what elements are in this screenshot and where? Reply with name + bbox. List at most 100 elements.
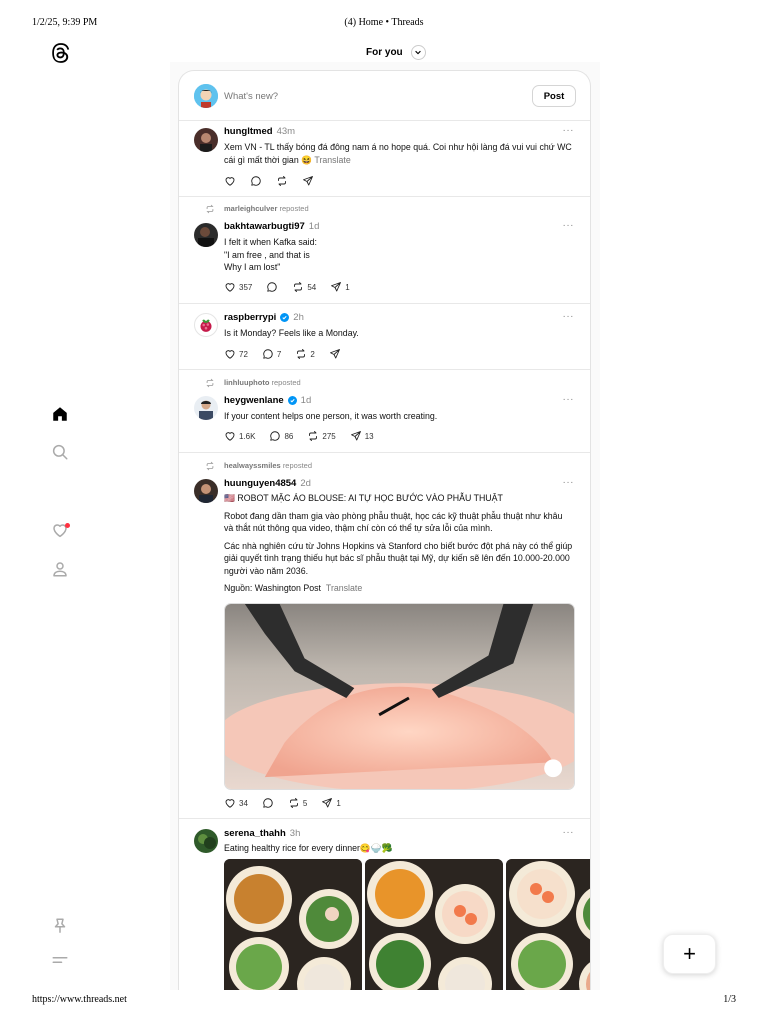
post-image-carousel[interactable] bbox=[224, 859, 590, 990]
reply-button[interactable]: 7 bbox=[262, 348, 281, 360]
repost-indicator: healwayssmiles reposted bbox=[206, 461, 312, 471]
repost-icon bbox=[297, 349, 306, 359]
like-button[interactable]: 34 bbox=[224, 797, 248, 809]
post-text: If your content helps one person, it was… bbox=[224, 410, 574, 423]
post-text-content: If your content helps one person, it was… bbox=[224, 411, 438, 421]
post-header: huunguyen4854 2d bbox=[224, 478, 311, 489]
post-text: Xem VN - TL thấy bóng đá đông nam á no h… bbox=[224, 141, 574, 166]
home-icon[interactable] bbox=[51, 405, 69, 423]
reply-button[interactable] bbox=[250, 175, 262, 187]
repost-count: 5 bbox=[302, 798, 308, 808]
repost-count: 275 bbox=[322, 431, 336, 441]
post-time: 2h bbox=[293, 312, 304, 323]
print-header: 1/2/25, 9:39 PM (4) Home • Threads bbox=[0, 17, 768, 31]
more-options-icon[interactable]: ··· bbox=[563, 827, 575, 838]
like-button[interactable] bbox=[224, 175, 236, 187]
username[interactable]: bakhtawarbugti97 bbox=[224, 221, 305, 232]
repost-count: 54 bbox=[307, 282, 317, 292]
username[interactable]: heygwenlane bbox=[224, 395, 284, 406]
repost-button[interactable] bbox=[276, 175, 288, 187]
reposted-label: reposted bbox=[271, 378, 301, 387]
post-image[interactable] bbox=[224, 859, 362, 990]
more-options-icon[interactable]: ··· bbox=[563, 125, 575, 136]
post-time: 2d bbox=[300, 478, 311, 489]
share-button[interactable]: 13 bbox=[350, 430, 374, 442]
notification-dot bbox=[65, 523, 70, 528]
avatar[interactable] bbox=[194, 829, 218, 853]
repost-button[interactable]: 2 bbox=[295, 348, 315, 360]
reply-button[interactable] bbox=[266, 281, 278, 293]
avatar[interactable] bbox=[194, 128, 218, 152]
post-text-line: Why I am lost" bbox=[224, 262, 281, 272]
feed-selector[interactable]: For you bbox=[366, 44, 426, 60]
post-paragraph: Robot đang dần tham gia vào phòng phẫu t… bbox=[224, 510, 563, 534]
feed-selector-label: For you bbox=[366, 46, 403, 58]
repost-button[interactable]: 5 bbox=[288, 797, 307, 809]
share-count: 1 bbox=[336, 798, 341, 808]
plus-icon: + bbox=[683, 941, 696, 966]
post-text: I felt it when Kafka said: "I am free , … bbox=[224, 236, 574, 274]
heart-icon bbox=[225, 432, 235, 441]
post-video[interactable] bbox=[224, 603, 575, 790]
more-options-icon[interactable]: ··· bbox=[563, 220, 575, 231]
share-button[interactable]: 1 bbox=[330, 281, 350, 293]
repost-icon bbox=[206, 204, 214, 214]
share-button[interactable]: 1 bbox=[321, 797, 341, 809]
more-options-icon[interactable]: ··· bbox=[563, 477, 575, 488]
like-button[interactable]: 357 bbox=[224, 281, 252, 293]
like-button[interactable]: 72 bbox=[224, 348, 248, 360]
reply-count: 86 bbox=[284, 431, 294, 441]
share-button[interactable] bbox=[302, 175, 314, 187]
reply-button[interactable]: 86 bbox=[269, 430, 293, 442]
more-options-icon[interactable]: ··· bbox=[563, 394, 575, 405]
comment-icon bbox=[267, 282, 278, 292]
avatar[interactable] bbox=[194, 396, 218, 420]
post-actions: 34 5 1 bbox=[224, 797, 355, 809]
avatar[interactable] bbox=[194, 479, 218, 503]
translate-link[interactable]: Translate bbox=[314, 155, 350, 165]
composer[interactable]: What's new? Post bbox=[179, 71, 590, 121]
avatar[interactable] bbox=[194, 313, 218, 337]
post-image[interactable] bbox=[365, 859, 503, 990]
menu-icon[interactable] bbox=[51, 951, 69, 969]
post-image[interactable] bbox=[506, 859, 590, 990]
username[interactable]: huunguyen4854 bbox=[224, 478, 296, 489]
repost-button[interactable]: 275 bbox=[307, 430, 336, 442]
post-header: raspberrypi 2h bbox=[224, 312, 304, 323]
heart-icon bbox=[225, 283, 235, 292]
repost-indicator: marleighculver reposted bbox=[206, 204, 309, 214]
new-thread-button[interactable]: + bbox=[663, 934, 716, 974]
more-options-icon[interactable]: ··· bbox=[563, 311, 575, 322]
reposted-by[interactable]: linhluuphoto bbox=[224, 378, 269, 387]
post-button[interactable]: Post bbox=[532, 85, 576, 107]
username[interactable]: raspberrypi bbox=[224, 312, 276, 323]
pin-icon[interactable] bbox=[51, 917, 69, 935]
like-count: 72 bbox=[239, 349, 248, 359]
username[interactable]: hungltmed bbox=[224, 126, 273, 137]
chevron-down-icon[interactable] bbox=[410, 44, 426, 60]
reply-button[interactable] bbox=[262, 797, 274, 809]
heart-icon bbox=[225, 350, 235, 359]
post-time: 1d bbox=[300, 395, 312, 406]
repost-indicator: linhluuphoto reposted bbox=[206, 378, 301, 388]
send-icon bbox=[303, 176, 313, 186]
threads-logo-icon[interactable] bbox=[49, 42, 71, 64]
like-count: 34 bbox=[239, 798, 248, 808]
post-time: 1d bbox=[308, 221, 320, 232]
composer-input[interactable]: What's new? bbox=[224, 91, 278, 102]
avatar[interactable] bbox=[194, 84, 218, 108]
comment-icon bbox=[251, 176, 261, 186]
search-icon[interactable] bbox=[51, 443, 69, 461]
post-text-line: I felt it when Kafka said: bbox=[224, 237, 317, 247]
repost-button[interactable]: 54 bbox=[292, 281, 316, 293]
username[interactable]: serena_thahh bbox=[224, 828, 286, 839]
like-count: 357 bbox=[239, 282, 253, 292]
avatar[interactable] bbox=[194, 223, 218, 247]
reposted-by[interactable]: marleighculver bbox=[224, 204, 277, 213]
translate-link[interactable]: Translate bbox=[326, 583, 362, 593]
profile-icon[interactable] bbox=[51, 560, 69, 578]
like-button[interactable]: 1.6K bbox=[224, 430, 255, 442]
share-button[interactable] bbox=[329, 348, 341, 360]
comment-icon bbox=[270, 431, 281, 441]
reposted-by[interactable]: healwayssmiles bbox=[224, 461, 281, 470]
